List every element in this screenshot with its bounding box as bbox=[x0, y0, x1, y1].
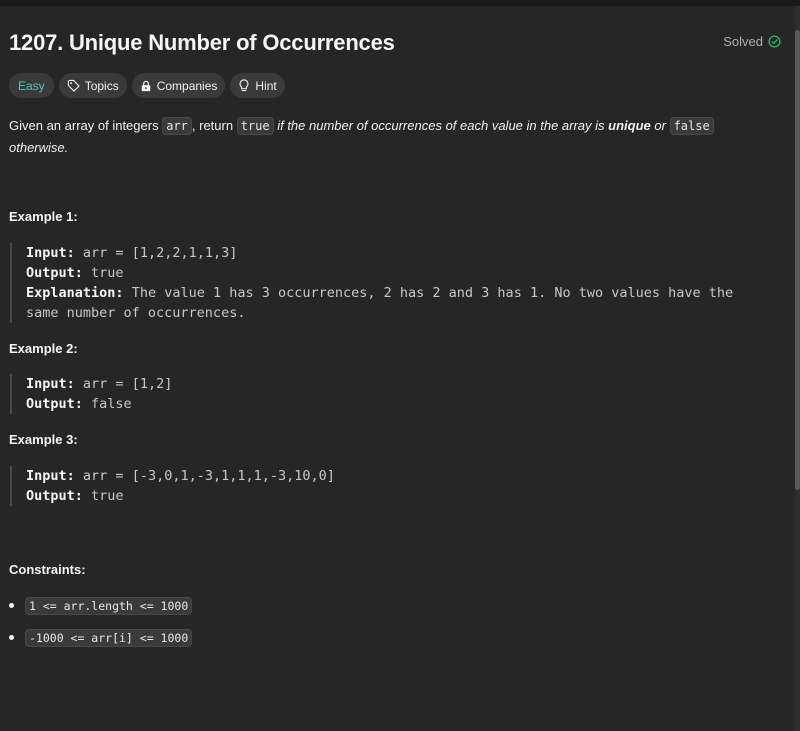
topics-button[interactable]: Topics bbox=[58, 73, 127, 98]
input-label: Input: bbox=[26, 468, 75, 484]
constraint-code: 1 <= arr.length <= 1000 bbox=[25, 597, 193, 615]
output-label: Output: bbox=[26, 488, 83, 504]
input-label: Input: bbox=[26, 376, 75, 392]
problem-description: Given an array of integers arr, return t… bbox=[9, 115, 769, 159]
description-text: , return bbox=[191, 118, 237, 133]
inline-code-true: true bbox=[236, 117, 274, 135]
difficulty-label: Easy bbox=[18, 78, 45, 93]
description-text: or bbox=[650, 118, 670, 133]
hint-button[interactable]: Hint bbox=[230, 73, 285, 98]
top-divider bbox=[0, 0, 800, 6]
input-label: Input: bbox=[26, 245, 75, 261]
solved-status: Solved bbox=[723, 34, 781, 49]
constraint-item: 1 <= arr.length <= 1000 bbox=[9, 597, 193, 629]
scrollbar-thumb[interactable] bbox=[795, 30, 800, 490]
output-value: true bbox=[91, 488, 124, 504]
output-value: true bbox=[91, 265, 124, 281]
constraints-list: 1 <= arr.length <= 1000 -1000 <= arr[i] … bbox=[9, 597, 193, 661]
hint-label: Hint bbox=[255, 78, 277, 93]
solved-label: Solved bbox=[723, 34, 763, 49]
inline-code-arr: arr bbox=[162, 117, 192, 135]
constraint-item: -1000 <= arr[i] <= 1000 bbox=[9, 629, 193, 661]
example-1-title: Example 1: bbox=[9, 209, 78, 224]
example-3-block: Input: arr = [-3,0,1,-3,1,1,1,-3,10,0] O… bbox=[10, 466, 771, 506]
constraints-title: Constraints: bbox=[9, 562, 86, 577]
constraint-code: -1000 <= arr[i] <= 1000 bbox=[25, 629, 193, 647]
explanation-label: Explanation: bbox=[26, 285, 124, 301]
inline-code-false: false bbox=[669, 117, 714, 135]
lightbulb-icon bbox=[238, 79, 250, 92]
topics-label: Topics bbox=[84, 78, 119, 93]
example-1-block: Input: arr = [1,2,2,1,1,3] Output: true … bbox=[10, 243, 771, 323]
lock-icon bbox=[140, 80, 152, 92]
output-label: Output: bbox=[26, 396, 83, 412]
input-value: arr = [1,2,2,1,1,3] bbox=[82, 245, 238, 261]
description-text: if the number of occurrences of each val… bbox=[273, 118, 609, 133]
output-label: Output: bbox=[26, 265, 83, 281]
example-2-block: Input: arr = [1,2] Output: false bbox=[10, 374, 771, 414]
companies-button[interactable]: Companies bbox=[131, 73, 226, 98]
input-value: arr = [1,2] bbox=[82, 376, 173, 392]
description-text: otherwise. bbox=[9, 140, 69, 155]
description-text: Given an array of integers bbox=[9, 118, 163, 133]
example-3-title: Example 3: bbox=[9, 432, 78, 447]
companies-label: Companies bbox=[156, 78, 218, 93]
problem-header: 1207. Unique Number of Occurrences Solve… bbox=[9, 30, 781, 60]
unique-emphasis: unique bbox=[608, 118, 651, 133]
tag-row: Easy Topics Companies Hint bbox=[9, 73, 285, 98]
difficulty-badge[interactable]: Easy bbox=[9, 73, 54, 98]
output-value: false bbox=[91, 396, 132, 412]
tag-icon bbox=[67, 79, 80, 92]
check-circle-icon bbox=[768, 35, 781, 48]
problem-title: 1207. Unique Number of Occurrences bbox=[9, 30, 395, 55]
example-2-title: Example 2: bbox=[9, 341, 78, 356]
input-value: arr = [-3,0,1,-3,1,1,1,-3,10,0] bbox=[82, 468, 335, 484]
explanation-value: The value 1 has 3 occurrences, 2 has 2 a… bbox=[26, 285, 734, 321]
